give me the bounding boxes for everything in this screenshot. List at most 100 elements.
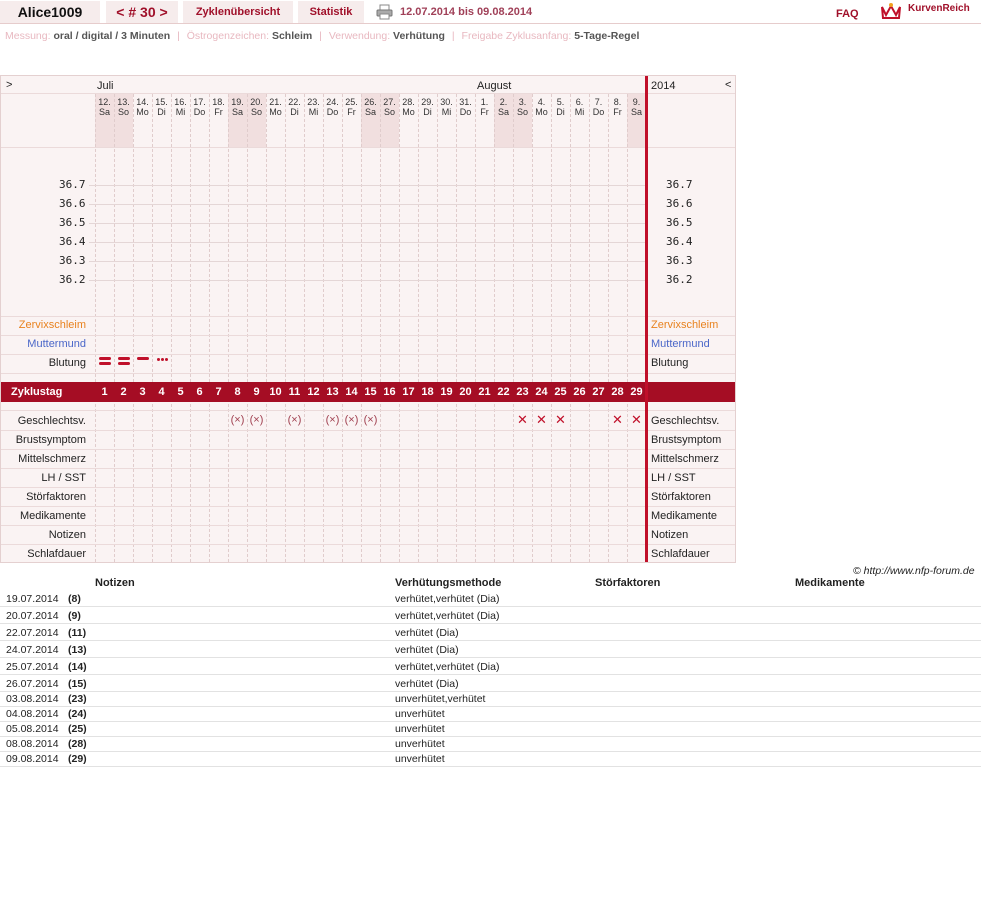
day-header: 24. Do	[323, 97, 342, 117]
statistics-tab[interactable]: Statistik	[298, 1, 364, 23]
day-header: 6. Mi	[570, 97, 589, 117]
notes-row: 22.07.2014 (11) verhütet (Dia)	[0, 624, 981, 641]
note-method: verhütet (Dia)	[395, 678, 459, 690]
intercourse-protected-mark: (×)	[344, 414, 359, 426]
notes-row: 05.08.2014 (25) unverhütet	[0, 722, 981, 737]
day-header: 27. So	[380, 97, 399, 117]
intercourse-protected-mark: (×)	[325, 414, 340, 426]
intercourse-protected-mark: (×)	[363, 414, 378, 426]
cycle-overview-tab[interactable]: Zyklenübersicht	[183, 1, 293, 23]
day-header: 21. Mo	[266, 97, 285, 117]
logo[interactable]: KurvenReich	[880, 2, 980, 20]
day-date: 22.	[288, 97, 301, 107]
temp-label-left: 36.6	[59, 197, 86, 210]
row-label-left: Geschlechtsv.	[17, 415, 86, 427]
day-weekday: Mi	[308, 107, 319, 117]
temp-label-left: 36.4	[59, 235, 86, 248]
note-method: verhütet,verhütet (Dia)	[395, 661, 500, 673]
row-label-left: Blutung	[48, 357, 86, 369]
bleeding-heavy	[98, 362, 111, 365]
day-date: 30.	[440, 97, 453, 107]
chart-prev-nav[interactable]: >	[6, 79, 12, 91]
temp-gridline	[89, 280, 645, 281]
cycle-day-number: 17	[402, 386, 415, 398]
day-header: 17. Do	[190, 97, 209, 117]
note-date: 20.07.2014	[6, 610, 59, 622]
day-header: 14. Mo	[133, 97, 152, 117]
printer-icon[interactable]	[376, 4, 393, 20]
info-bar: Messung: oral / digital / 3 Minuten | Ös…	[5, 30, 640, 42]
note-cycle-day: (28)	[68, 738, 87, 750]
row-divider	[1, 430, 735, 431]
column-divider	[95, 94, 96, 562]
bleeding-heavy	[117, 362, 130, 365]
day-date: 23.	[307, 97, 320, 107]
column-divider	[532, 94, 533, 562]
row-divider	[1, 544, 735, 545]
note-method: unverhütet	[395, 753, 445, 765]
day-header: 23. Mi	[304, 97, 323, 117]
note-method: verhütet (Dia)	[395, 644, 459, 656]
row-label-right: Zervixschleim	[651, 319, 719, 331]
notes-row: 03.08.2014 (23) unverhütet,verhütet	[0, 692, 981, 707]
intercourse-protected-mark: (×)	[249, 414, 264, 426]
row-label-right: Brustsymptom	[651, 434, 722, 446]
chart-next-nav[interactable]: <	[725, 79, 731, 91]
day-weekday: Sa	[630, 107, 642, 117]
temp-label-right: 36.4	[666, 235, 693, 248]
intercourse-protected-mark: (×)	[230, 414, 245, 426]
column-divider	[551, 94, 552, 562]
row-divider	[1, 335, 735, 336]
cycle-day-number: 15	[364, 386, 377, 398]
day-weekday: Do	[326, 107, 339, 117]
note-date: 24.07.2014	[6, 644, 59, 656]
zyklustag-label: Zyklustag	[11, 386, 63, 398]
day-date: 7.	[594, 97, 603, 107]
note-date: 03.08.2014	[6, 693, 59, 705]
cycle-day-number: 9	[253, 386, 260, 398]
cycle-day-number: 26	[573, 386, 586, 398]
note-method: unverhütet	[395, 738, 445, 750]
copyright: © http://www.nfp-forum.de	[853, 565, 975, 577]
row-label-left: Mittelschmerz	[18, 453, 86, 465]
day-date: 17.	[193, 97, 206, 107]
faq-link[interactable]: FAQ	[836, 8, 859, 20]
temp-label-right: 36.6	[666, 197, 693, 210]
month-label-august: August	[477, 80, 512, 92]
crown-icon	[881, 3, 901, 19]
username-tab[interactable]: Alice1009	[0, 1, 100, 23]
cycle-day-number: 23	[516, 386, 529, 398]
cycle-navigator[interactable]: < # 30 >	[106, 1, 178, 23]
note-cycle-day: (25)	[68, 723, 87, 735]
temp-label-right: 36.7	[666, 178, 693, 191]
date-range: 12.07.2014 bis 09.08.2014	[400, 6, 533, 18]
row-divider	[1, 316, 735, 317]
note-cycle-day: (9)	[68, 610, 81, 622]
note-cycle-day: (24)	[68, 708, 87, 720]
cycle-day-number: 2	[120, 386, 127, 398]
day-header: 5. Di	[551, 97, 570, 117]
cycle-end-line	[645, 76, 648, 562]
column-divider	[456, 94, 457, 562]
notes-row: 20.07.2014 (9) verhütet,verhütet (Dia)	[0, 607, 981, 624]
day-date: 25.	[345, 97, 358, 107]
day-weekday: Mo	[402, 107, 415, 117]
notes-row: 26.07.2014 (15) verhütet (Dia)	[0, 675, 981, 692]
intercourse-unprotected-mark: ✕	[631, 412, 642, 427]
note-date: 26.07.2014	[6, 678, 59, 690]
row-label-left: Notizen	[48, 529, 86, 541]
cycle-day-number: 3	[139, 386, 146, 398]
note-date: 09.08.2014	[6, 753, 59, 765]
day-date: 4.	[537, 97, 546, 107]
column-divider	[589, 94, 590, 562]
day-header: 29. Di	[418, 97, 437, 117]
intercourse-unprotected-mark: ✕	[555, 412, 566, 427]
bleeding-heavy	[117, 357, 130, 360]
temp-gridline	[89, 204, 645, 205]
row-divider	[1, 354, 735, 355]
notes-row: 19.07.2014 (8) verhütet,verhütet (Dia)	[0, 590, 981, 607]
day-weekday: Di	[423, 107, 432, 117]
row-divider	[1, 468, 735, 469]
day-weekday: So	[516, 107, 528, 117]
day-date: 5.	[556, 97, 565, 107]
